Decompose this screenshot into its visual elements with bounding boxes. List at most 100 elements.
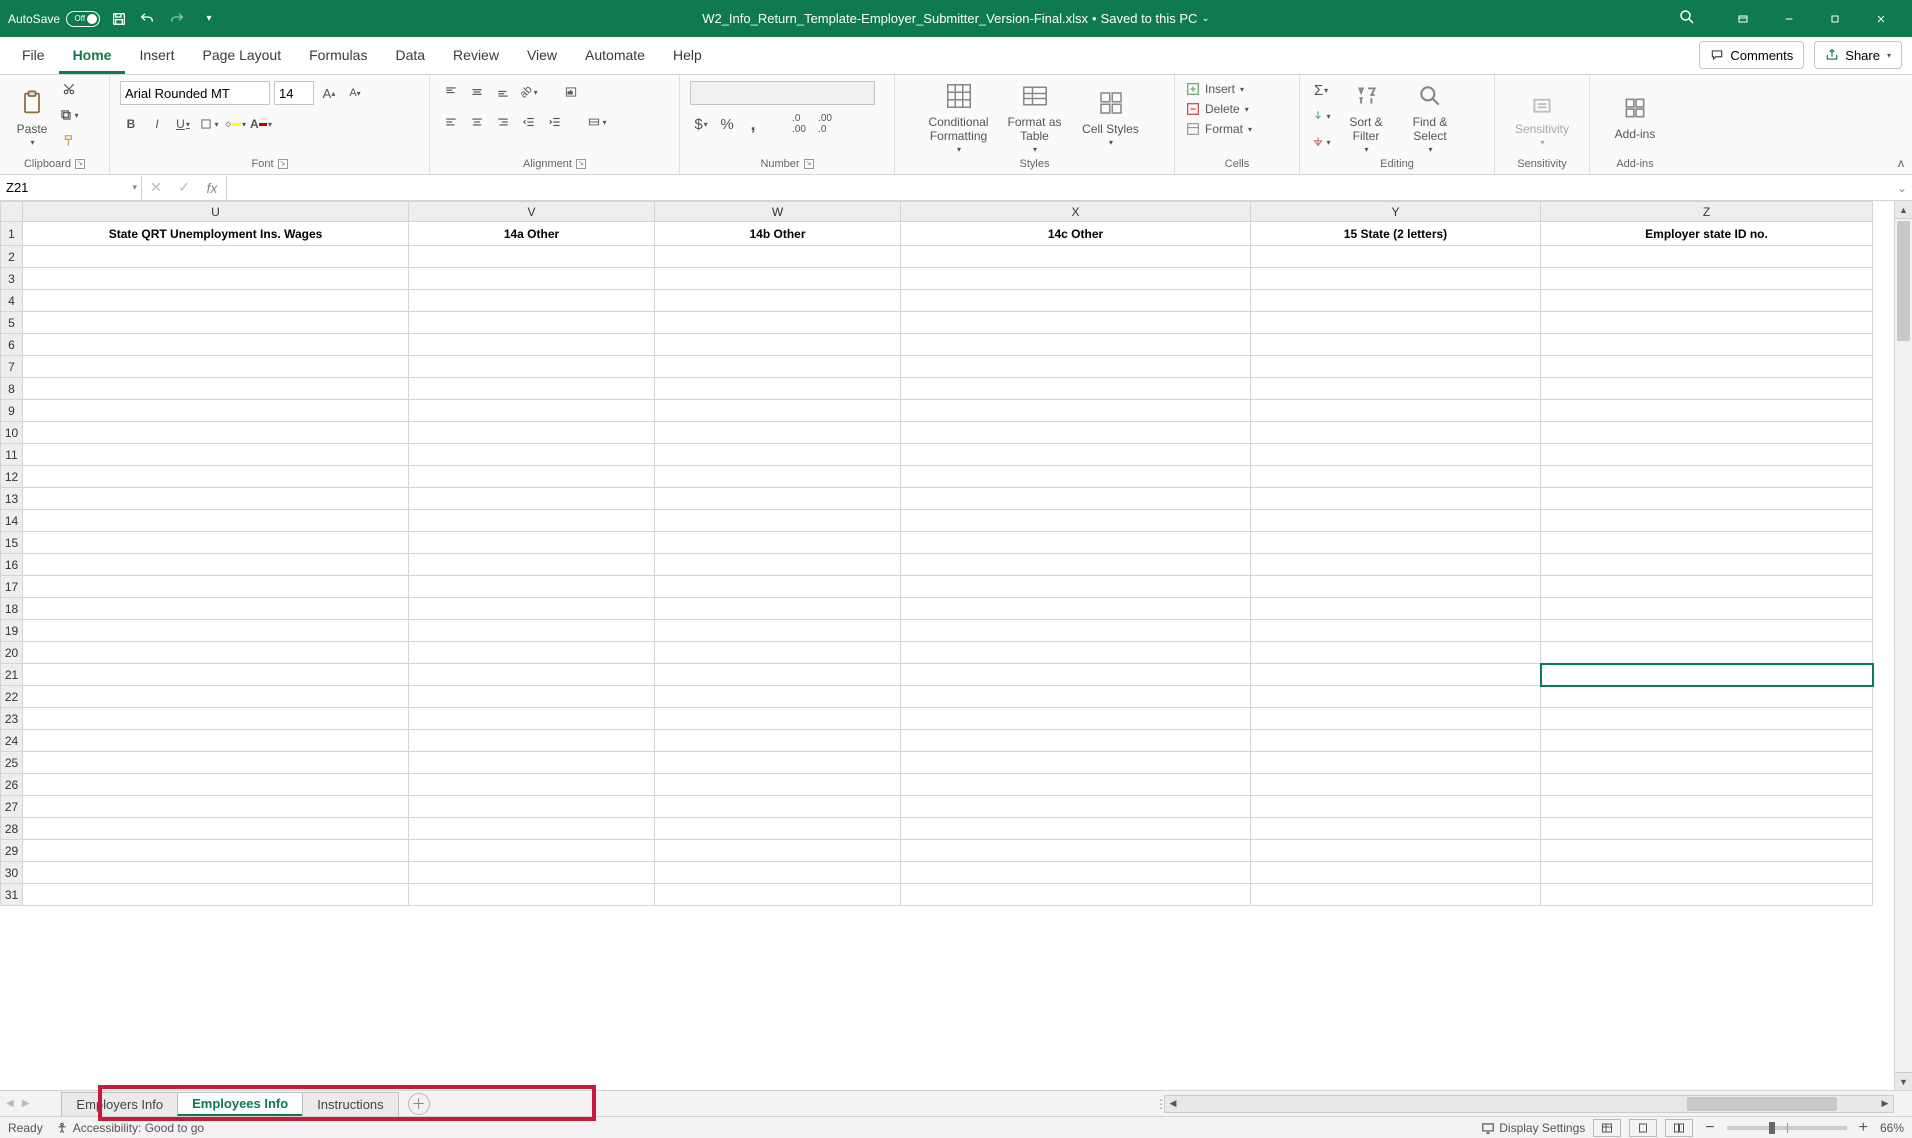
cell-Y29[interactable]	[1251, 840, 1541, 862]
copy-icon[interactable]: ▾	[58, 104, 80, 126]
cell-V19[interactable]	[409, 620, 655, 642]
cell-U8[interactable]	[23, 378, 409, 400]
accounting-format-icon[interactable]: $▾	[690, 113, 712, 135]
decrease-font-icon[interactable]: A▾	[344, 82, 366, 104]
page-layout-view-icon[interactable]	[1629, 1119, 1657, 1137]
cell-U26[interactable]	[23, 774, 409, 796]
accessibility-status[interactable]: Accessibility: Good to go	[55, 1121, 204, 1135]
cell-X4[interactable]	[901, 290, 1251, 312]
align-left-icon[interactable]	[440, 111, 462, 133]
cell-U15[interactable]	[23, 532, 409, 554]
cell-W26[interactable]	[655, 774, 901, 796]
cell-W7[interactable]	[655, 356, 901, 378]
autosave-toggle[interactable]: AutoSave Off	[8, 11, 100, 27]
cell-Y20[interactable]	[1251, 642, 1541, 664]
cell-U29[interactable]	[23, 840, 409, 862]
cell-U5[interactable]	[23, 312, 409, 334]
cell-U28[interactable]	[23, 818, 409, 840]
cell-Y10[interactable]	[1251, 422, 1541, 444]
row-header-29[interactable]: 29	[1, 840, 23, 862]
cell-X18[interactable]	[901, 598, 1251, 620]
display-settings-button[interactable]: Display Settings	[1481, 1121, 1585, 1135]
cell-U18[interactable]	[23, 598, 409, 620]
cell-V10[interactable]	[409, 422, 655, 444]
cell-V16[interactable]	[409, 554, 655, 576]
cell-W25[interactable]	[655, 752, 901, 774]
header-cell[interactable]: Employer state ID no.	[1541, 222, 1873, 246]
column-header-W[interactable]: W	[655, 202, 901, 222]
cell-X9[interactable]	[901, 400, 1251, 422]
sheet-nav-next-icon[interactable]: ▶	[22, 1098, 30, 1109]
tab-view[interactable]: View	[513, 36, 571, 74]
scroll-up-icon[interactable]: ▲	[1895, 201, 1912, 219]
delete-cells-button[interactable]: Delete▾	[1185, 101, 1289, 117]
cell-U20[interactable]	[23, 642, 409, 664]
cell-Z29[interactable]	[1541, 840, 1873, 862]
cell-V20[interactable]	[409, 642, 655, 664]
row-header-26[interactable]: 26	[1, 774, 23, 796]
header-cell[interactable]: 15 State (2 letters)	[1251, 222, 1541, 246]
row-header-16[interactable]: 16	[1, 554, 23, 576]
cell-X21[interactable]	[901, 664, 1251, 686]
cell-V27[interactable]	[409, 796, 655, 818]
cell-Z21[interactable]	[1541, 664, 1873, 686]
cell-Z20[interactable]	[1541, 642, 1873, 664]
cell-Z22[interactable]	[1541, 686, 1873, 708]
cell-X27[interactable]	[901, 796, 1251, 818]
row-header-1[interactable]: 1	[1, 222, 23, 246]
cell-styles-button[interactable]: Cell Styles▾	[1075, 84, 1147, 147]
tab-data[interactable]: Data	[381, 36, 439, 74]
cell-W21[interactable]	[655, 664, 901, 686]
cell-Z11[interactable]	[1541, 444, 1873, 466]
cell-Z4[interactable]	[1541, 290, 1873, 312]
cell-V24[interactable]	[409, 730, 655, 752]
cell-V25[interactable]	[409, 752, 655, 774]
tab-file[interactable]: File	[8, 36, 59, 74]
cell-U31[interactable]	[23, 884, 409, 906]
underline-icon[interactable]: U▾	[172, 113, 194, 135]
cell-U4[interactable]	[23, 290, 409, 312]
new-sheet-icon[interactable]: ＋	[408, 1093, 430, 1115]
cell-W9[interactable]	[655, 400, 901, 422]
cell-V12[interactable]	[409, 466, 655, 488]
cell-X10[interactable]	[901, 422, 1251, 444]
cell-V18[interactable]	[409, 598, 655, 620]
cell-Y31[interactable]	[1251, 884, 1541, 906]
autosum-icon[interactable]: Σ▾	[1310, 79, 1332, 101]
cell-W30[interactable]	[655, 862, 901, 884]
cell-Z30[interactable]	[1541, 862, 1873, 884]
cell-V6[interactable]	[409, 334, 655, 356]
cell-V29[interactable]	[409, 840, 655, 862]
cell-X6[interactable]	[901, 334, 1251, 356]
ribbon-display-icon[interactable]	[1720, 0, 1766, 37]
cell-Z15[interactable]	[1541, 532, 1873, 554]
cell-X23[interactable]	[901, 708, 1251, 730]
row-header-21[interactable]: 21	[1, 664, 23, 686]
cell-Z27[interactable]	[1541, 796, 1873, 818]
cell-U6[interactable]	[23, 334, 409, 356]
merge-center-icon[interactable]: ▾	[586, 111, 608, 133]
zoom-level[interactable]: 66%	[1880, 1121, 1904, 1135]
column-header-Z[interactable]: Z	[1541, 202, 1873, 222]
cell-X17[interactable]	[901, 576, 1251, 598]
cell-Z19[interactable]	[1541, 620, 1873, 642]
zoom-slider[interactable]	[1727, 1126, 1847, 1130]
cell-V8[interactable]	[409, 378, 655, 400]
horizontal-scroll-thumb[interactable]	[1687, 1097, 1837, 1111]
cell-Z24[interactable]	[1541, 730, 1873, 752]
cell-Z7[interactable]	[1541, 356, 1873, 378]
cell-V3[interactable]	[409, 268, 655, 290]
cell-Z12[interactable]	[1541, 466, 1873, 488]
cell-W20[interactable]	[655, 642, 901, 664]
cell-Y7[interactable]	[1251, 356, 1541, 378]
cell-X25[interactable]	[901, 752, 1251, 774]
cell-V5[interactable]	[409, 312, 655, 334]
cell-W31[interactable]	[655, 884, 901, 906]
row-header-17[interactable]: 17	[1, 576, 23, 598]
row-header-28[interactable]: 28	[1, 818, 23, 840]
paste-button[interactable]: Paste▾	[10, 84, 54, 147]
cell-X15[interactable]	[901, 532, 1251, 554]
cell-U2[interactable]	[23, 246, 409, 268]
cell-W5[interactable]	[655, 312, 901, 334]
cell-Y27[interactable]	[1251, 796, 1541, 818]
